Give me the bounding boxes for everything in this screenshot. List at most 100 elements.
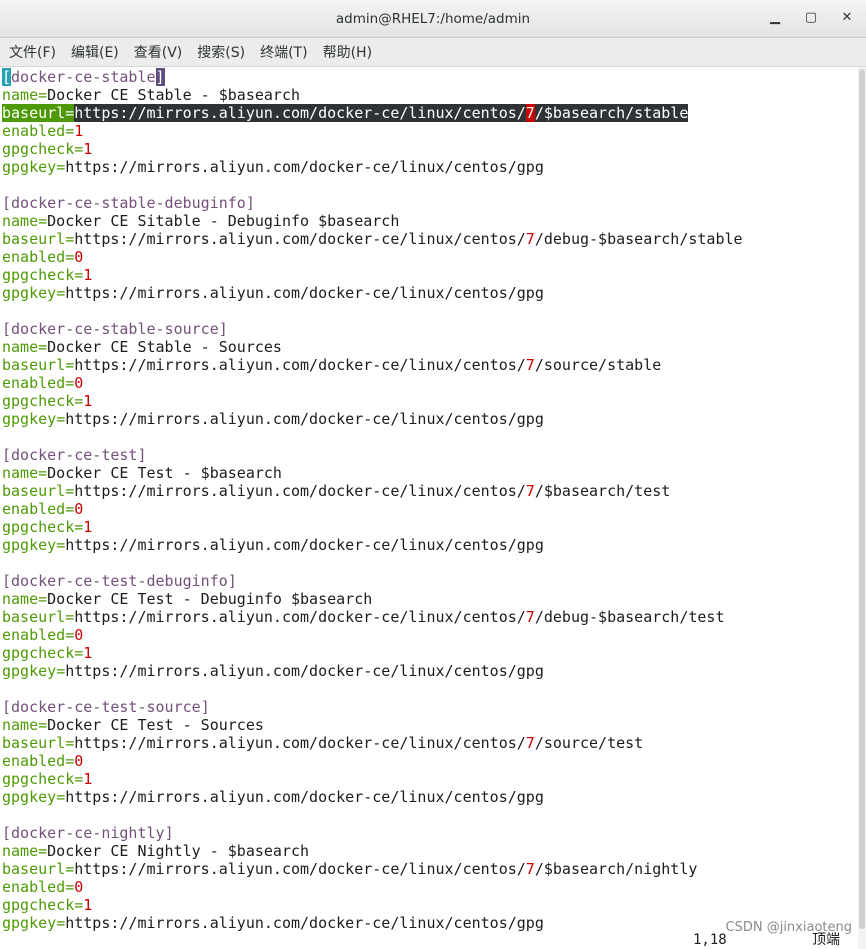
equals-sign: =	[65, 878, 75, 896]
repo-gpgcheck-line: gpgcheck=1	[2, 896, 92, 914]
repo-baseurl-line: baseurl=https://mirrors.aliyun.com/docke…	[2, 860, 697, 878]
repo-section-header: [docker-ce-stable]	[2, 68, 165, 86]
config-key: enabled	[2, 878, 66, 896]
config-key: baseurl	[2, 734, 66, 752]
watermark: CSDN @jinxiaoteng	[725, 920, 852, 935]
config-value: 0	[74, 878, 84, 896]
menu-file[interactable]: 文件(F)	[2, 38, 64, 66]
repo-section-name: docker-ce-test-source	[11, 698, 201, 716]
repo-section-name: docker-ce-stable-source	[11, 320, 219, 338]
menu-help[interactable]: 帮助(H)	[316, 38, 380, 66]
minimize-button[interactable]: ▁	[766, 9, 784, 27]
config-key: enabled	[2, 752, 66, 770]
window-title: admin@RHEL7:/home/admin	[335, 11, 531, 27]
bracket-close: ]	[227, 572, 237, 590]
repo-name-line: name=Docker CE Test - Debuginfo $basearc…	[2, 590, 372, 608]
baseurl-version: 7	[525, 482, 535, 500]
config-value: Docker CE Test - Debuginfo $basearch	[47, 590, 373, 608]
equals-sign: =	[65, 356, 75, 374]
repo-gpgkey-line: gpgkey=https://mirrors.aliyun.com/docker…	[2, 662, 544, 680]
repo-enabled-line: enabled=0	[2, 500, 83, 518]
repo-enabled-line: enabled=0	[2, 248, 83, 266]
config-key: gpgcheck	[2, 770, 75, 788]
repo-enabled-line: enabled=0	[2, 752, 83, 770]
config-value: Docker CE Test - Sources	[47, 716, 264, 734]
baseurl-version: 7	[525, 860, 535, 878]
baseurl-version: 7	[525, 356, 535, 374]
config-key: name	[2, 716, 39, 734]
config-value: Docker CE Nightly - $basearch	[47, 842, 310, 860]
bracket-close: ]	[218, 320, 228, 338]
repo-section-name: docker-ce-test-debuginfo	[11, 572, 228, 590]
baseurl-suffix: /$basearch/nightly	[534, 860, 698, 878]
config-key: gpgcheck	[2, 518, 75, 536]
scrollbar-thumb[interactable]	[859, 69, 865, 929]
config-value: 1	[83, 518, 93, 536]
repo-section-name: docker-ce-nightly	[11, 824, 165, 842]
menu-terminal[interactable]: 终端(T)	[253, 38, 315, 66]
repo-name-line: name=Docker CE Test - Sources	[2, 716, 264, 734]
menu-view[interactable]: 查看(V)	[127, 38, 191, 66]
menu-edit[interactable]: 编辑(E)	[64, 38, 127, 66]
baseurl-prefix: https://mirrors.aliyun.com/docker-ce/lin…	[74, 356, 526, 374]
repo-gpgkey-line: gpgkey=https://mirrors.aliyun.com/docker…	[2, 158, 544, 176]
repo-enabled-line: enabled=0	[2, 374, 83, 392]
bracket-close: ]	[245, 194, 255, 212]
baseurl-version: 7	[525, 104, 535, 122]
equals-sign: =	[38, 338, 48, 356]
config-value: https://mirrors.aliyun.com/docker-ce/lin…	[65, 158, 544, 176]
equals-sign: =	[56, 410, 66, 428]
config-key: gpgcheck	[2, 896, 75, 914]
config-key: baseurl	[2, 860, 66, 878]
repo-baseurl-line: baseurl=https://mirrors.aliyun.com/docke…	[2, 356, 661, 374]
equals-sign: =	[74, 392, 84, 410]
baseurl-suffix: /debug-$basearch/test	[534, 608, 725, 626]
baseurl-suffix: /source/test	[534, 734, 644, 752]
window-controls: ▁ ▢ ✕	[766, 9, 856, 27]
terminal-content[interactable]: [docker-ce-stable] name=Docker CE Stable …	[0, 67, 858, 949]
equals-sign: =	[65, 626, 75, 644]
equals-sign: =	[56, 284, 66, 302]
config-key: baseurl	[2, 608, 66, 626]
menu-search[interactable]: 搜索(S)	[190, 38, 253, 66]
equals-sign: =	[65, 752, 75, 770]
repo-name-line: name=Docker CE Sitable - Debuginfo $base…	[2, 212, 399, 230]
equals-sign: =	[65, 230, 75, 248]
equals-sign: =	[65, 860, 75, 878]
config-value: Docker CE Stable - Sources	[47, 338, 282, 356]
equals-sign: =	[65, 104, 75, 122]
config-key: gpgcheck	[2, 266, 75, 284]
equals-sign: =	[56, 662, 66, 680]
config-value: 1	[83, 266, 93, 284]
config-key: name	[2, 464, 39, 482]
config-key: gpgcheck	[2, 644, 75, 662]
repo-section-name: docker-ce-test	[11, 446, 138, 464]
repo-gpgcheck-line: gpgcheck=1	[2, 518, 92, 536]
repo-enabled-line: enabled=0	[2, 626, 83, 644]
equals-sign: =	[65, 122, 75, 140]
repo-enabled-line: enabled=1	[2, 122, 83, 140]
cursor-position: 1,18	[693, 932, 727, 948]
maximize-button[interactable]: ▢	[802, 9, 820, 27]
config-value: 0	[74, 626, 84, 644]
repo-section-header: [docker-ce-stable-source]	[2, 320, 228, 338]
config-value: Docker CE Stable - $basearch	[47, 86, 301, 104]
repo-gpgkey-line: gpgkey=https://mirrors.aliyun.com/docker…	[2, 536, 544, 554]
close-button[interactable]: ✕	[838, 9, 856, 27]
repo-baseurl-line: baseurl=https://mirrors.aliyun.com/docke…	[2, 230, 743, 248]
config-value: 0	[74, 248, 84, 266]
repo-section-header: [docker-ce-test-source]	[2, 698, 210, 716]
config-key: name	[2, 212, 39, 230]
bracket-close: ]	[137, 446, 147, 464]
baseurl-suffix: /source/stable	[534, 356, 662, 374]
repo-section-header: [docker-ce-stable-debuginfo]	[2, 194, 255, 212]
equals-sign: =	[38, 842, 48, 860]
scrollbar[interactable]	[858, 67, 866, 949]
equals-sign: =	[74, 140, 84, 158]
repo-section-name: docker-ce-stable	[11, 68, 156, 86]
config-value: Docker CE Test - $basearch	[47, 464, 282, 482]
equals-sign: =	[56, 788, 66, 806]
config-key: gpgcheck	[2, 140, 75, 158]
equals-sign: =	[65, 248, 75, 266]
repo-gpgcheck-line: gpgcheck=1	[2, 140, 92, 158]
